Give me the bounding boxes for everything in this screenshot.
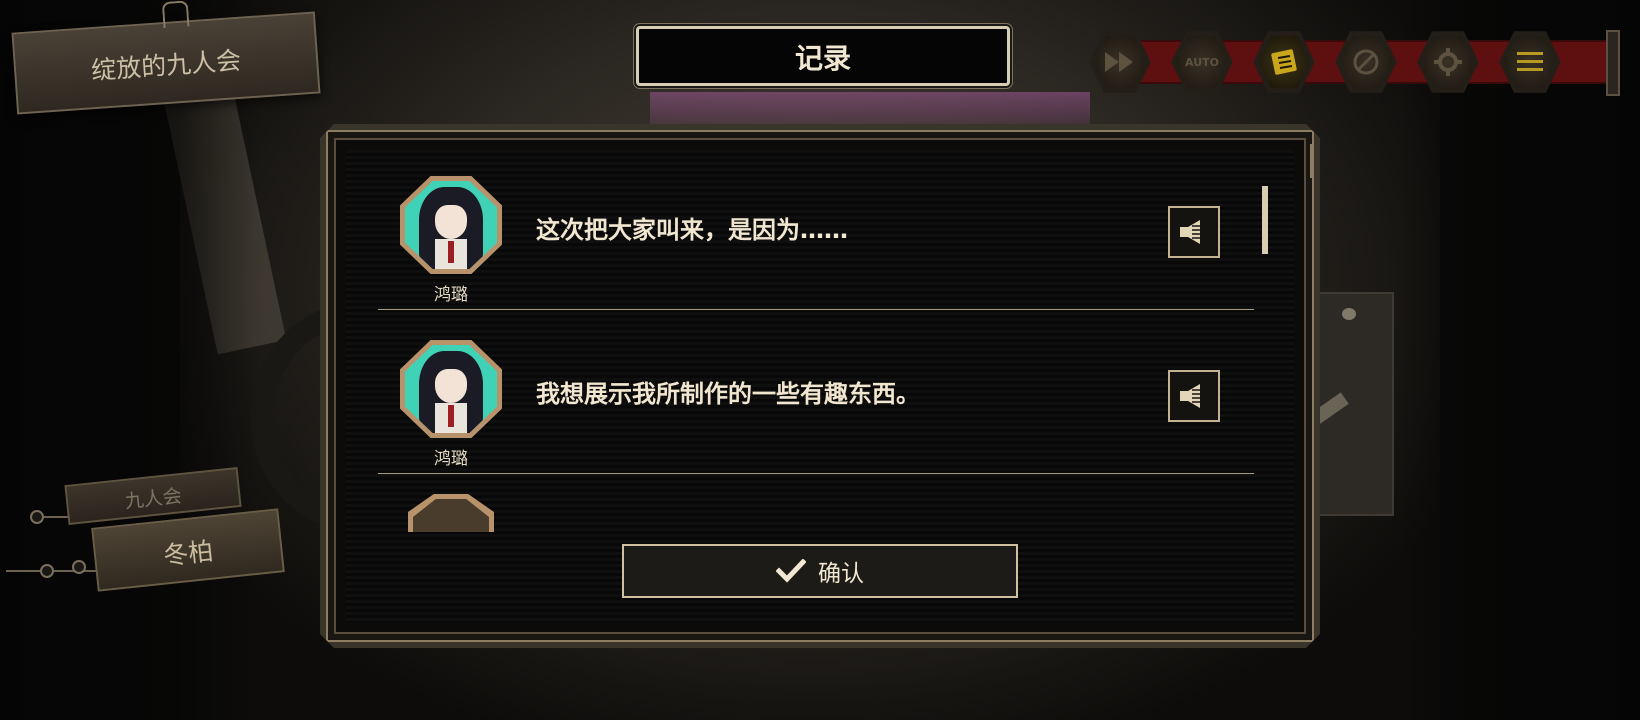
check-icon [776, 559, 806, 583]
speaker-avatar [400, 340, 502, 438]
portrait-tie [448, 405, 454, 427]
portrait-face [435, 369, 467, 403]
panel-notch [1300, 144, 1312, 178]
log-entry: 鸿璐 我想展示我所制作的一些有趣东西。 [378, 310, 1254, 474]
log-entry: 鸿璐 这次把大家叫来，是因为…… [378, 146, 1254, 310]
log-list[interactable]: 鸿璐 这次把大家叫来，是因为…… 鸿璐 我想展示我所制作的一些有趣东西。 [378, 146, 1258, 532]
confirm-label: 确认 [818, 561, 864, 587]
log-entry-partial [378, 474, 1254, 532]
menu-icon [1504, 36, 1556, 88]
tag-pin [40, 564, 54, 578]
fast-forward-icon [1094, 36, 1146, 88]
speaker-avatar [408, 494, 494, 532]
honglu-portrait [405, 181, 497, 269]
auto-icon: AUTO [1176, 36, 1228, 88]
honglu-portrait [405, 345, 497, 433]
dialogue-text: 这次把大家叫来，是因为…… [536, 216, 848, 244]
replay-voice-button[interactable] [1168, 206, 1220, 258]
log-scrollbar-thumb[interactable] [1262, 186, 1268, 254]
log-title-box: 记录 [636, 26, 1010, 86]
plaque-hook [161, 0, 190, 29]
tag-pin [30, 510, 44, 524]
hide-icon [1340, 36, 1392, 88]
partial-portrait [413, 499, 489, 532]
chapter-title: 绽放的九人会 [90, 45, 243, 86]
speaker-name: 鸿璐 [434, 285, 468, 305]
dialogue-text: 我想展示我所制作的一些有趣东西。 [536, 380, 920, 408]
auto-label: AUTO [1185, 55, 1219, 69]
confirm-button[interactable]: 确认 [622, 544, 1018, 598]
replay-voice-button[interactable] [1168, 370, 1220, 422]
speaker-icon [1180, 220, 1200, 244]
speaker-name: 鸿璐 [434, 449, 468, 469]
portrait-face [435, 205, 467, 239]
gear-icon [1422, 36, 1474, 88]
toolbar-end-cap [1606, 30, 1620, 96]
log-title: 记录 [794, 42, 851, 75]
tag-pin [72, 560, 86, 574]
log-icon [1258, 36, 1310, 88]
speaker-avatar [400, 176, 502, 274]
portrait-tie [448, 241, 454, 263]
speaker-icon [1180, 384, 1200, 408]
side-tag-location-label: 冬柏 [161, 536, 215, 571]
bolt [1342, 308, 1356, 320]
right-shade [1400, 0, 1640, 720]
